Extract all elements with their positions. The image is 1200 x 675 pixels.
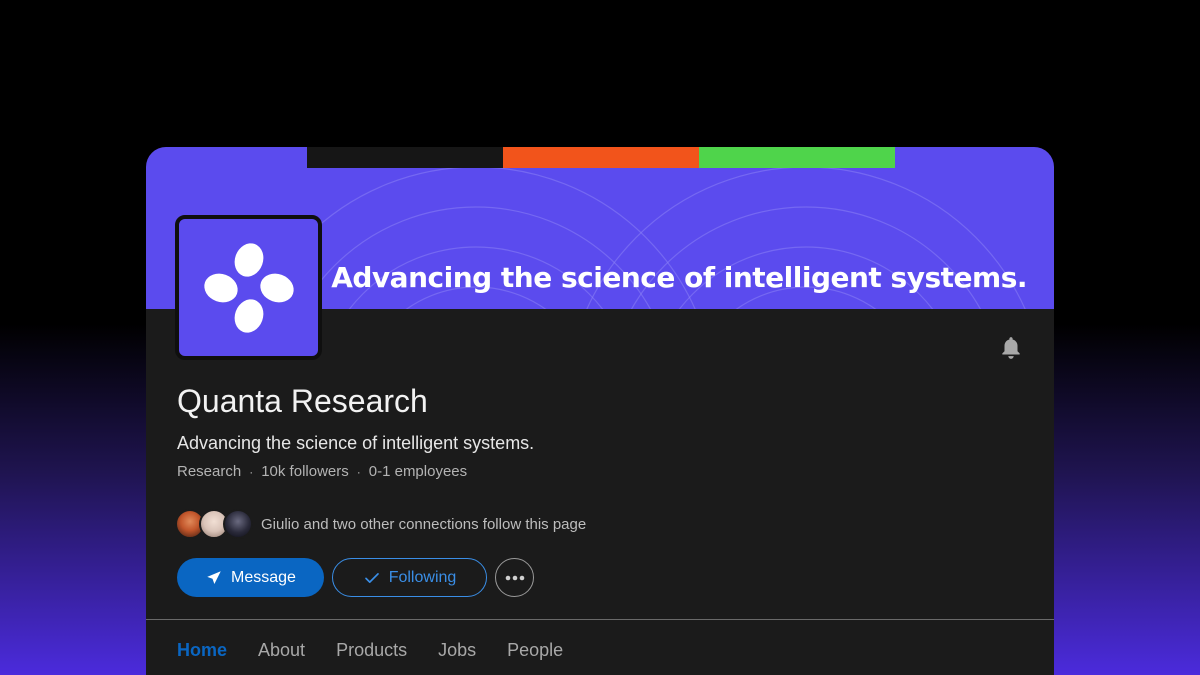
page-tabs: Home About Products Jobs People [177, 640, 594, 661]
brand-stripes [307, 147, 895, 168]
stripe-black [307, 147, 503, 168]
connections-text: Giulio and two other connections follow … [261, 515, 587, 533]
company-name: Quanta Research [177, 383, 428, 419]
followers-link[interactable]: 10k followers [261, 463, 349, 480]
connection-avatars [175, 509, 253, 539]
avatar [223, 509, 253, 539]
tab-jobs[interactable]: Jobs [438, 640, 476, 661]
separator-dot: · [356, 464, 361, 479]
following-button-label: Following [388, 568, 457, 586]
stripe-orange [503, 147, 699, 168]
checkmark-icon [364, 572, 379, 583]
stripe-green [699, 147, 895, 168]
tab-about[interactable]: About [258, 640, 305, 661]
send-icon [207, 570, 221, 584]
message-button-label: Message [231, 568, 296, 586]
connections-follow-row[interactable]: Giulio and two other connections follow … [175, 509, 586, 539]
message-button[interactable]: Message [177, 558, 324, 597]
company-tagline: Advancing the science of intelligent sys… [177, 433, 535, 453]
employees-link[interactable]: 0-1 employees [369, 463, 467, 480]
tabs-divider [146, 619, 1054, 620]
tab-products[interactable]: Products [336, 640, 407, 661]
tab-home[interactable]: Home [177, 640, 227, 661]
company-logo[interactable] [175, 215, 322, 360]
separator-dot: · [249, 464, 254, 479]
action-buttons: Message Following [177, 558, 534, 597]
industry-text: Research [177, 463, 242, 480]
ellipsis-icon [505, 575, 524, 580]
notification-bell-icon[interactable] [998, 335, 1024, 361]
company-meta: Research · 10k followers · 0-1 employees [177, 463, 467, 480]
company-page-card: Advancing the science of intelligent sys… [146, 147, 1054, 675]
petal-logo-icon [203, 242, 294, 333]
following-button[interactable]: Following [332, 558, 487, 597]
more-options-button[interactable] [495, 558, 534, 597]
tab-people[interactable]: People [507, 640, 563, 661]
banner-tagline: Advancing the science of intelligent sys… [331, 261, 1027, 294]
